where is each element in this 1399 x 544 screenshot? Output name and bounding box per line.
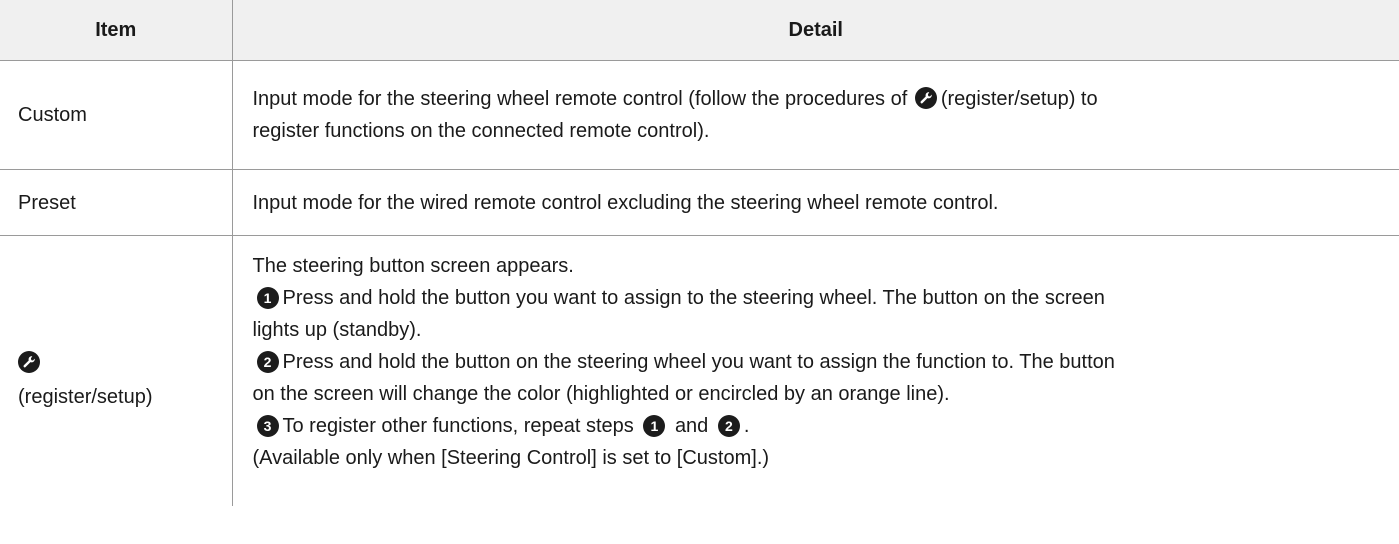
detail-custom: Input mode for the steering wheel remote… [231,60,1399,170]
header-detail: Detail [231,0,1399,61]
table-row-preset: Preset Input mode for the wired remote c… [0,169,1399,236]
wrench-icon [914,87,937,109]
header-item: Item [0,0,232,61]
step2-line1: 2 Press and hold the button on the steeri… [253,346,1390,378]
detail-preset: Input mode for the wired remote control … [231,169,1399,236]
item-custom: Custom [0,60,232,170]
step-ref-1-icon: 1 [643,415,666,437]
detail-custom-text-after: (register/setup) to [940,88,1098,110]
item-register-setup-label: (register/setup) [18,386,153,408]
step1-line2: lights up (standby). [252,319,422,341]
detail-intro: The steering button screen appears. [252,255,574,277]
item-preset: Preset [0,169,232,236]
step2-line2: on the screen will change the color (hig… [252,383,950,405]
step3-end: . [743,415,750,437]
wrench-icon [18,351,40,373]
step3-line: 3 To register other functions, repeat ste… [253,410,1390,442]
detail-custom-line2: register functions on the connected remo… [252,120,710,142]
table-header-row: Item Detail [0,0,1399,61]
step2-text: Press and hold the button on the steerin… [282,351,1115,373]
step-ref-2-icon: 2 [717,415,740,437]
table-row-register-setup: (register/setup) The steering button scr… [0,235,1399,506]
step-number-1-icon: 1 [256,287,279,309]
detail-custom-text-before: Input mode for the steering wheel remote… [252,88,908,110]
step1-line1: 1 Press and hold the button you want to a… [253,282,1390,314]
settings-table: Item Detail Custom Input mode for the st… [0,0,1399,506]
item-register-setup-icon-line [18,347,214,381]
item-register-setup: (register/setup) [0,235,232,506]
step3-text: To register other functions, repeat step… [282,415,634,437]
table-row-custom: Custom Input mode for the steering wheel… [0,60,1399,170]
detail-register-setup: The steering button screen appears. 1 Pre… [231,235,1399,506]
step3-and: and [674,415,709,437]
step-number-3-icon: 3 [256,415,279,437]
detail-note: (Available only when [Steering Control] … [252,447,770,469]
detail-custom-line1: Input mode for the steering wheel remote… [253,83,1390,115]
step1-text: Press and hold the button you want to as… [282,287,1105,309]
step-number-2-icon: 2 [256,351,279,373]
